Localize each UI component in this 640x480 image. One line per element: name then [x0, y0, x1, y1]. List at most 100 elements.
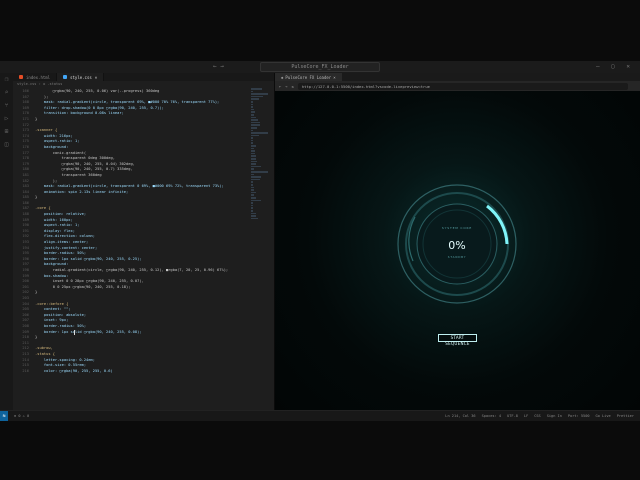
minimap-line: [251, 191, 256, 194]
editor-tabs: index.html style.css ×: [13, 73, 274, 81]
code-text: }: [35, 116, 38, 121]
port-indicator[interactable]: Port: 5500: [568, 414, 590, 418]
minimap-line: [251, 217, 258, 220]
url-bar: ← → ↻ http://127.0.0.1:5500/index.html?v…: [275, 81, 640, 91]
remote-icon[interactable]: ◫: [0, 141, 13, 151]
tab-index-html[interactable]: index.html: [13, 73, 58, 81]
minimap-line: [251, 160, 257, 163]
html-file-icon: [19, 75, 23, 79]
minimap-line: [251, 163, 256, 165]
minimap-line: [251, 202, 253, 204]
minimap-line: [251, 165, 261, 168]
loader-graphic: SYSTEM CORE 0% STANDBY: [397, 184, 517, 304]
nav-arrows[interactable]: ← →: [213, 63, 224, 70]
minimap-line: [251, 215, 256, 217]
browser-tabs: ◈ PulseCore FX Loader ×: [275, 73, 640, 81]
cursor-position[interactable]: Ln 214, Col 36: [445, 414, 475, 418]
minimap-line: [251, 126, 257, 129]
source-control-icon[interactable]: ⑂: [0, 102, 13, 112]
minimap-line: [251, 196, 256, 199]
code-text: 0 0 25px ▢rgba(90, 240, 255, 0.18);: [35, 284, 131, 289]
encoding[interactable]: UTF-8: [507, 414, 518, 418]
tab-style-css[interactable]: style.css ×: [57, 73, 105, 81]
minimap-line: [251, 137, 253, 139]
code-text: }: [35, 195, 38, 200]
command-search[interactable]: PulseCore_FX_Loader: [260, 62, 380, 72]
core-status-label: STANDBY: [448, 255, 467, 259]
prettier-status[interactable]: Prettier: [617, 414, 634, 418]
minimap-line: [251, 168, 254, 170]
minimap-line: [251, 183, 253, 186]
minimap-line: [251, 103, 253, 106]
back-icon[interactable]: ←: [279, 84, 281, 89]
breadcrumb[interactable]: style.css › ⚙ .status: [13, 81, 274, 88]
line-number: 216: [22, 368, 29, 373]
minimap-line: [251, 139, 253, 142]
css-file-icon: [63, 75, 68, 79]
sign-in[interactable]: Sign In: [547, 414, 562, 418]
minimap-line: [251, 90, 253, 93]
go-live-button[interactable]: Go Live: [596, 414, 611, 418]
minimap-line: [251, 142, 253, 145]
remote-indicator-icon[interactable]: ⇆: [0, 411, 8, 421]
forward-icon[interactable]: →: [285, 84, 287, 89]
minimap-line: [251, 158, 256, 160]
code-text: }: [35, 290, 38, 295]
core-top-label: SYSTEM CORE: [442, 226, 472, 230]
minimap-line: [251, 209, 253, 212]
minimap-line: [251, 199, 261, 202]
minimap-line: [251, 186, 254, 189]
problems-count[interactable]: ⊗ 0 ⚠ 0: [8, 414, 29, 418]
minimap[interactable]: [251, 88, 269, 220]
line-ending[interactable]: LF: [524, 414, 528, 418]
reload-icon[interactable]: ↻: [292, 84, 294, 89]
tab-pulsecore[interactable]: ◈ PulseCore FX Loader ×: [275, 73, 342, 81]
code-text: ▢rgba(90, 240, 255, 0.06) var(--progress…: [35, 89, 160, 93]
code-lines[interactable]: 166 ▢rgba(90, 240, 255, 0.06) var(--prog…: [13, 88, 274, 374]
minimap-line: [251, 124, 260, 126]
minimap-line: [251, 88, 263, 90]
minimap-line: [251, 155, 257, 158]
url-input[interactable]: http://127.0.0.1:5500/index.html?vscode-…: [297, 82, 628, 90]
title-bar: ← → PulseCore_FX_Loader — ▢ ✕: [0, 61, 640, 73]
minimap-line: [251, 106, 253, 108]
live-preview-panel: ◈ PulseCore FX Loader × ← → ↻ http://127.…: [275, 73, 640, 410]
minimap-line: [251, 145, 256, 147]
window-controls[interactable]: — ▢ ✕: [596, 63, 634, 70]
minimap-line: [251, 108, 255, 111]
start-sequence-button[interactable]: START SEQUENCE: [438, 334, 477, 346]
explorer-icon[interactable]: ❐: [0, 76, 13, 86]
minimap-line: [251, 207, 253, 209]
minimap-line: [251, 121, 260, 124]
minimap-line: [251, 173, 254, 176]
minimap-line: [251, 98, 259, 100]
minimap-line: [251, 95, 263, 98]
minimap-line: [251, 178, 260, 181]
activity-bar: ❐ ⌕ ⑂ ▷ ⊞ ◫: [0, 73, 14, 419]
minimap-line: [251, 129, 253, 132]
indentation[interactable]: Spaces: 4: [482, 414, 501, 418]
minimap-line: [251, 171, 269, 173]
code-line[interactable]: 216 color: ▢rgba(90, 255, 255, 0.6): [13, 369, 274, 375]
minimap-line: [251, 204, 253, 207]
minimap-line: [251, 152, 255, 155]
progress-percent: 0%: [448, 239, 465, 252]
search-icon[interactable]: ⌕: [0, 89, 13, 99]
minimap-line: [251, 212, 257, 215]
minimap-line: [251, 194, 254, 196]
minimap-line: [251, 189, 255, 191]
minimap-line: [251, 119, 259, 121]
code-text: border: 1px solid ▢rgba(90, 240, 255, 0.…: [35, 329, 142, 334]
minimap-line: [251, 147, 255, 150]
status-bar: ⇆ ⊗ 0 ⚠ 0 Ln 214, Col 36 Spaces: 4 UTF-8…: [0, 410, 640, 421]
extensions-icon[interactable]: ⊞: [0, 128, 13, 138]
minimap-line: [251, 113, 254, 116]
text-cursor: [74, 330, 75, 335]
minimap-line: [251, 176, 261, 178]
language-mode[interactable]: CSS: [534, 414, 541, 418]
minimap-line: [251, 93, 268, 95]
code-editor[interactable]: index.html style.css × style.css › ⚙ .st…: [13, 73, 274, 410]
run-icon[interactable]: ▷: [0, 115, 13, 125]
preview-icon: ◈: [281, 74, 284, 80]
minimap-line: [251, 111, 255, 113]
